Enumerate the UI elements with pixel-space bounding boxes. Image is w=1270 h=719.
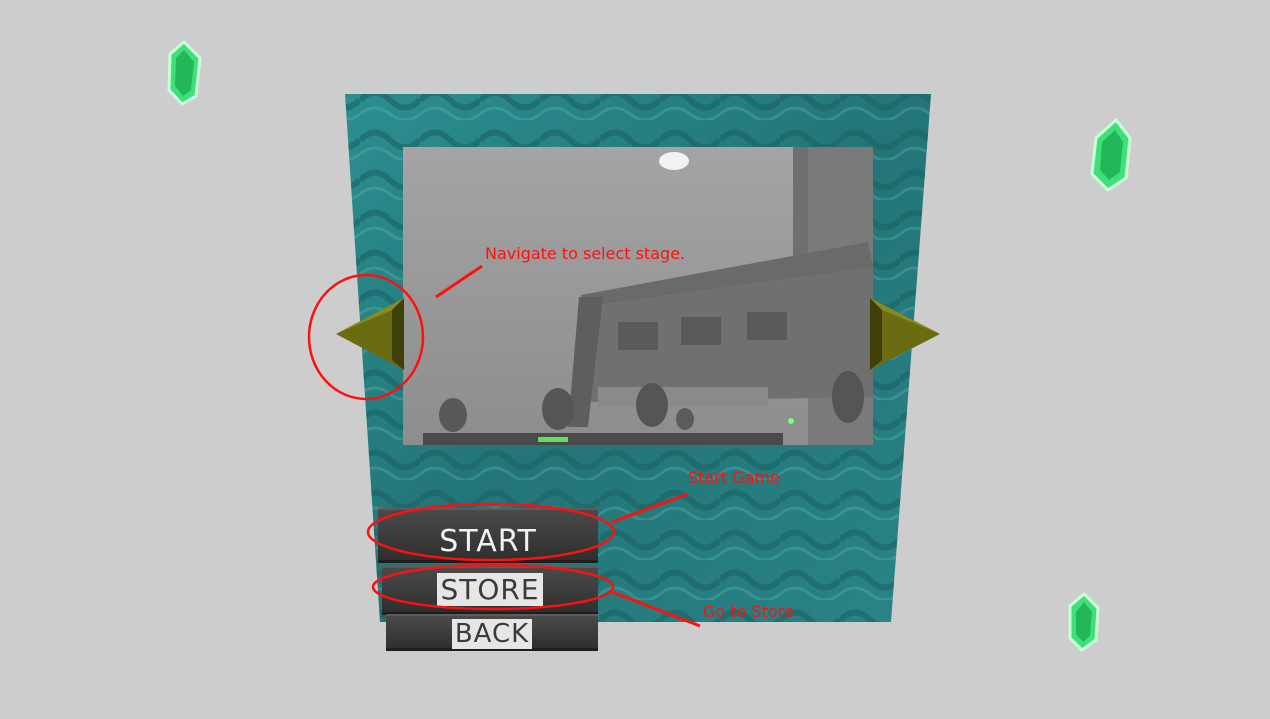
store-button-label: STORE — [382, 573, 598, 606]
back-button-label: BACK — [386, 619, 598, 649]
stage-preview-image — [403, 147, 873, 445]
store-button[interactable]: STORE — [382, 566, 598, 612]
arrow-left-icon[interactable] — [334, 296, 408, 372]
annotation-navigate: Navigate to select stage. — [485, 244, 686, 263]
arrow-right-icon[interactable] — [866, 296, 942, 372]
annotation-store: Go to Store — [703, 602, 794, 621]
back-button[interactable]: BACK — [386, 614, 598, 649]
annotation-start: Start Game — [688, 468, 780, 487]
start-button-label: START — [439, 524, 537, 559]
start-button[interactable]: START — [378, 508, 598, 560]
